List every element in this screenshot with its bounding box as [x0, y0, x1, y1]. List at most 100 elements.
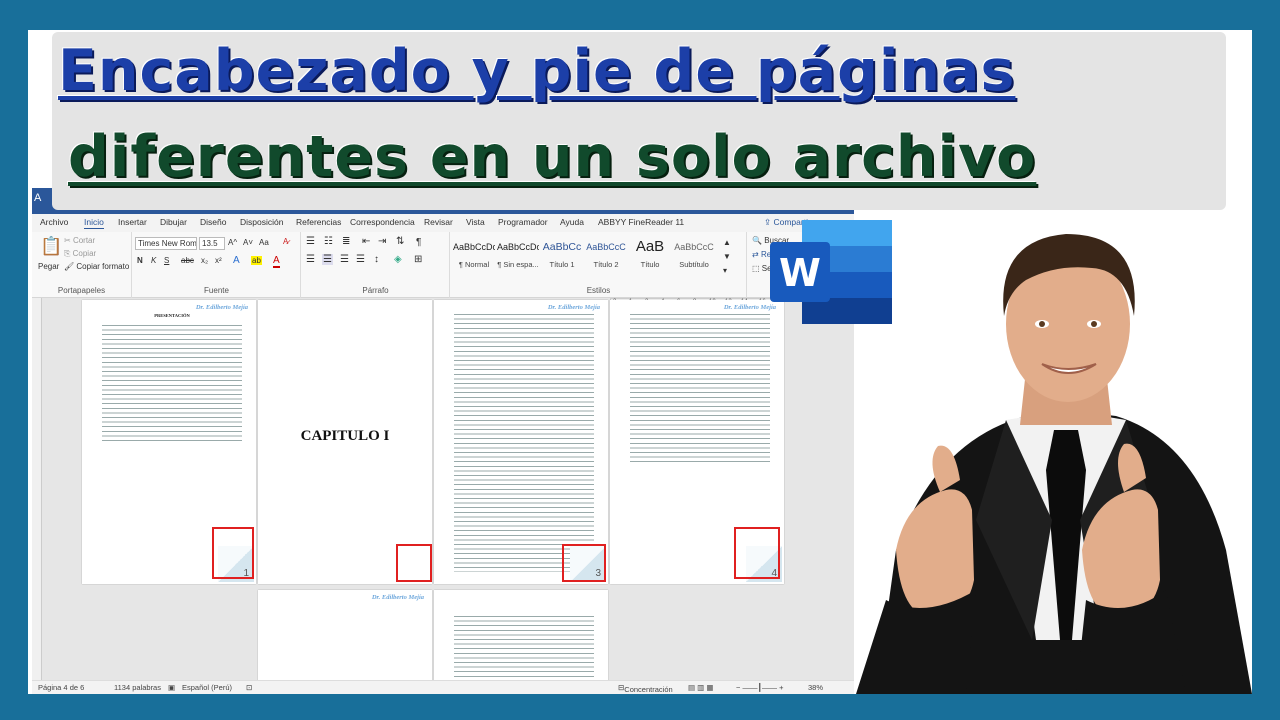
format-painter-button[interactable]: 🖌 Copiar formato	[64, 262, 129, 271]
tab-ayuda[interactable]: Ayuda	[560, 217, 584, 227]
text-effects-button[interactable]: A	[233, 255, 240, 266]
sort-icon[interactable]: ⇅	[396, 236, 404, 247]
style-name: ¶ Sin espa...	[497, 260, 539, 269]
focus-label: Concentración	[624, 685, 673, 694]
tab-abbyy[interactable]: ABBYY FineReader 11	[598, 217, 684, 227]
tab-diseno[interactable]: Diseño	[200, 217, 226, 227]
group-font: Times New Roma 13.5 A^ A˅ Aa A̷ N K S ab…	[133, 232, 301, 298]
title-line-1: Encabezado y pie de páginas	[58, 38, 1016, 104]
tab-vista[interactable]: Vista	[466, 217, 485, 227]
align-center-icon[interactable]: ☰	[322, 254, 333, 265]
styles-scroll-up-icon[interactable]: ▲	[723, 238, 731, 247]
tab-revisar[interactable]: Revisar	[424, 217, 453, 227]
proofing-icon[interactable]: ▣	[168, 683, 175, 692]
bold-button[interactable]: N	[137, 256, 143, 265]
style-normal[interactable]: AaBbCcDc ¶ Normal	[453, 236, 495, 276]
text-lines	[630, 312, 770, 462]
highlight-box	[396, 544, 432, 582]
tab-disposicion[interactable]: Disposición	[240, 217, 283, 227]
tab-inicio[interactable]: Inicio	[84, 217, 104, 229]
page-3[interactable]: Dr. Edilberto Mejía 3	[434, 300, 608, 584]
text-lines	[454, 312, 594, 572]
styles-more-icon[interactable]: ▾	[723, 266, 727, 275]
thumbnail-frame: A Archivo Inicio Insertar Dibujar Diseño…	[28, 30, 1252, 694]
style-heading-2[interactable]: AaBbCcC Título 2	[585, 236, 627, 276]
app-initial: A	[34, 192, 42, 204]
borders-icon[interactable]: ⊞	[414, 254, 422, 265]
align-left-icon[interactable]: ☰	[306, 254, 315, 265]
text-lines	[454, 614, 594, 680]
clipboard-label: Portapapeles	[57, 286, 106, 295]
tab-referencias[interactable]: Referencias	[296, 217, 341, 227]
style-no-spacing[interactable]: AaBbCcDc ¶ Sin espa...	[497, 236, 539, 276]
grow-font-button[interactable]: A^	[228, 238, 237, 247]
style-subtitle[interactable]: AaBbCcC Subtítulo	[673, 236, 715, 276]
vertical-ruler	[32, 298, 42, 680]
shrink-font-button[interactable]: A˅	[243, 238, 253, 247]
page-count[interactable]: Página 4 de 6	[38, 683, 84, 692]
numbering-icon[interactable]: ☷	[324, 236, 333, 247]
font-group-label: Fuente	[204, 286, 229, 295]
paste-icon[interactable]: 📋	[40, 236, 62, 257]
line-spacing-icon[interactable]: ↕	[374, 254, 379, 265]
style-heading-1[interactable]: AaBbCc Título 1	[541, 236, 583, 276]
shading-icon[interactable]: ◈	[394, 254, 402, 265]
style-name: Título 1	[549, 260, 575, 269]
superscript-button[interactable]: x²	[215, 256, 222, 265]
bullets-icon[interactable]: ☰	[306, 236, 315, 247]
highlight-box	[562, 544, 606, 582]
show-marks-button[interactable]: ¶	[416, 237, 421, 248]
view-icons[interactable]: ▤ ▥ ▦	[688, 683, 713, 692]
page-body	[454, 614, 594, 680]
style-sample: AaBbCcC	[674, 242, 714, 252]
tab-archivo[interactable]: Archivo	[40, 217, 68, 227]
font-size-select[interactable]: 13.5	[199, 237, 225, 250]
zoom-level[interactable]: 38%	[808, 683, 823, 692]
highlight-box	[212, 527, 254, 579]
page-2[interactable]: CAPITULO I	[258, 300, 432, 584]
paste-button[interactable]: Pegar	[38, 262, 59, 271]
font-name-select[interactable]: Times New Roma	[135, 237, 197, 250]
cut-button[interactable]: ✂ Cortar	[64, 236, 95, 245]
page-6[interactable]	[434, 590, 608, 680]
page-5[interactable]: Dr. Edilberto Mejía	[258, 590, 432, 680]
decrease-indent-icon[interactable]: ⇤	[362, 236, 370, 247]
chapter-heading: CAPITULO I	[300, 428, 390, 444]
word-count[interactable]: 1134 palabras	[114, 683, 161, 692]
page-header: Dr. Edilberto Mejía	[723, 304, 776, 311]
status-bar: Página 4 de 6 1134 palabras ▣ Español (P…	[32, 680, 854, 694]
tab-insertar[interactable]: Insertar	[118, 217, 147, 227]
style-title[interactable]: AaB Título	[629, 236, 671, 276]
style-name: Título 2	[593, 260, 619, 269]
italic-button[interactable]: K	[151, 256, 156, 265]
copy-label: Copiar	[72, 249, 97, 258]
multilevel-list-icon[interactable]: ≣	[342, 236, 350, 247]
copy-button[interactable]: ⎘ Copiar	[64, 249, 96, 259]
highlight-button[interactable]: ab	[251, 256, 262, 265]
clear-format-icon[interactable]: A̷	[283, 237, 288, 246]
accessibility-icon[interactable]: ⊡	[246, 683, 252, 692]
page-header: Dr. Edilberto Mejía	[371, 594, 424, 601]
language[interactable]: Español (Perú)	[182, 683, 232, 692]
style-name: Título	[640, 260, 660, 269]
text-lines	[102, 322, 242, 443]
tab-correspondencia[interactable]: Correspondencia	[350, 217, 415, 227]
align-right-icon[interactable]: ☰	[340, 254, 349, 265]
underline-button[interactable]: S	[164, 256, 169, 265]
increase-indent-icon[interactable]: ⇥	[378, 236, 386, 247]
subscript-button[interactable]: x₂	[201, 256, 208, 265]
change-case-button[interactable]: Aa	[259, 238, 269, 247]
zoom-slider[interactable]: − ——┃—— +	[736, 683, 783, 692]
justify-icon[interactable]: ☰	[356, 254, 365, 265]
ribbon-tabs: Archivo Inicio Insertar Dibujar Diseño D…	[32, 214, 854, 232]
focus-mode[interactable]: ⊟ Concentración	[618, 683, 673, 694]
styles-scroll-down-icon[interactable]: ▼	[723, 252, 731, 261]
tab-programador[interactable]: Programador	[498, 217, 548, 227]
strikethrough-button[interactable]: abc	[181, 256, 194, 265]
page-header: Dr. Edilberto Mejía	[547, 304, 600, 311]
group-paragraph: ☰ ☷ ≣ ⇤ ⇥ ⇅ ¶ ☰ ☰ ☰ ☰ ↕ ◈ ⊞ Párrafo	[302, 232, 450, 298]
tab-dibujar[interactable]: Dibujar	[160, 217, 187, 227]
page-body	[454, 312, 594, 572]
font-color-button[interactable]: A	[273, 255, 280, 268]
document-area[interactable]: 2 1 2 4 6 8 10 12 14 16 Dr. Edilberto Me…	[32, 298, 854, 680]
